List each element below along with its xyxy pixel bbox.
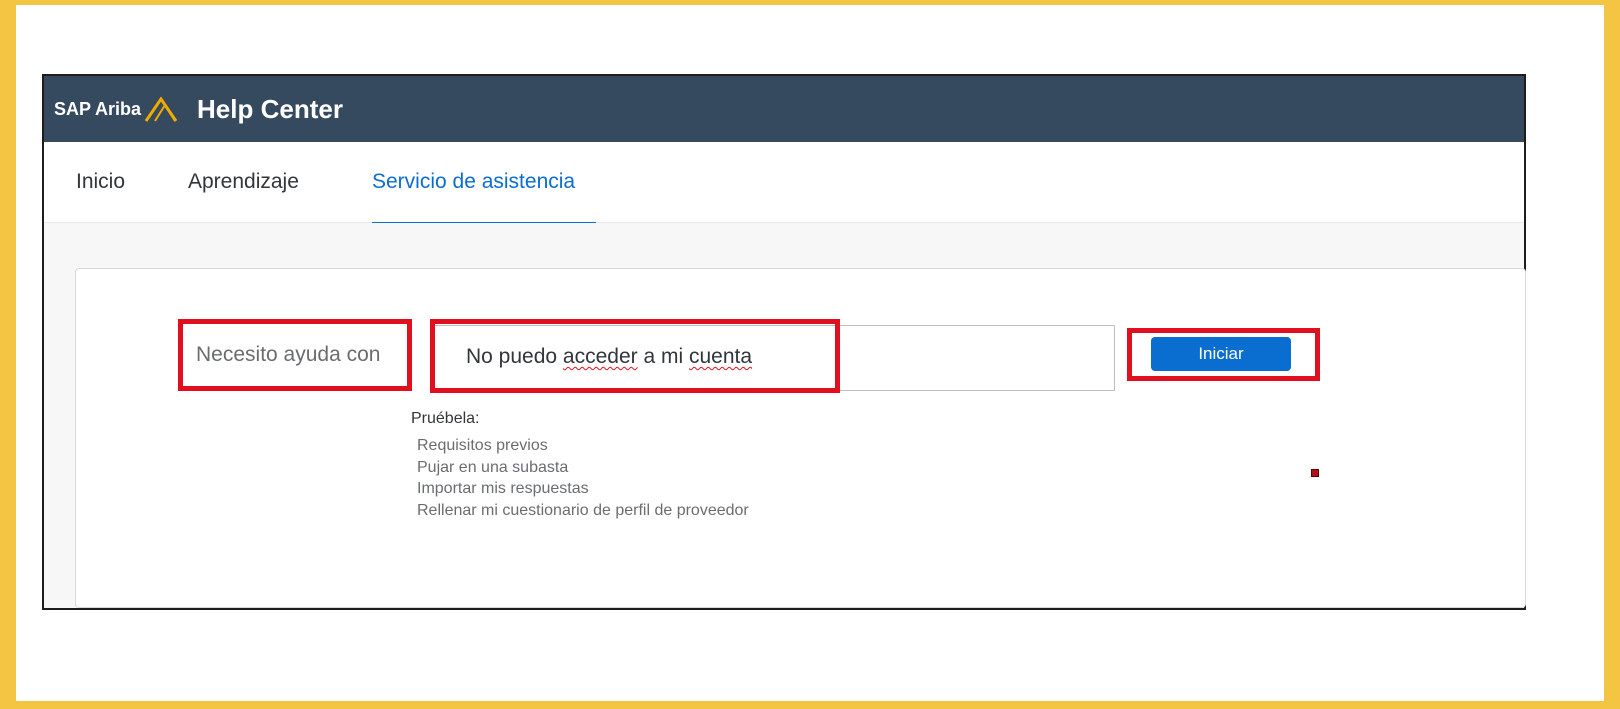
brand-prefix: SAP Ariba xyxy=(54,98,142,119)
app-title: Help Center xyxy=(197,93,343,124)
tab-inicio[interactable]: Inicio xyxy=(76,170,125,194)
suggestion-list: Requisitos previos Pujar en una subasta … xyxy=(417,435,749,521)
suggestion-link[interactable]: Importar mis respuestas xyxy=(417,478,749,500)
ariba-chevron-icon xyxy=(144,96,178,122)
highlight-box-input xyxy=(430,319,840,393)
suggestion-link[interactable]: Requisitos previos xyxy=(417,435,749,457)
tab-aprendizaje[interactable]: Aprendizaje xyxy=(188,170,299,194)
suggestion-link[interactable]: Rellenar mi cuestionario de perfil de pr… xyxy=(417,500,749,522)
tab-servicio-de-asistencia[interactable]: Servicio de asistencia xyxy=(372,170,575,194)
try-label: Pruébela: xyxy=(411,410,480,427)
highlight-box-label xyxy=(178,319,412,391)
highlight-box-button xyxy=(1127,328,1320,381)
nav-tabs: Inicio Aprendizaje Servicio de asistenci… xyxy=(44,142,1524,223)
small-marker-icon xyxy=(1311,469,1319,477)
brand[interactable]: SAP Ariba Help Center xyxy=(54,94,343,124)
top-bar: SAP Ariba Help Center xyxy=(44,76,1524,142)
suggestion-link[interactable]: Pujar en una subasta xyxy=(417,457,749,479)
